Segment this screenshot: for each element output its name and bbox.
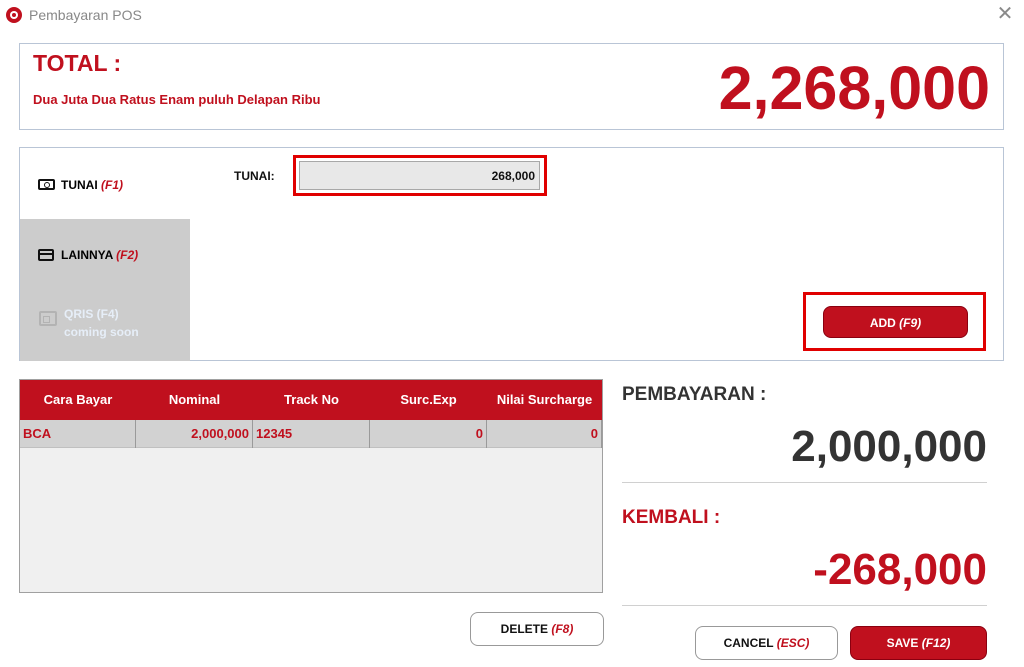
tab-lainnya[interactable]: LAINNYA (F2) bbox=[20, 219, 190, 290]
divider bbox=[622, 605, 987, 606]
window-title: Pembayaran POS bbox=[29, 7, 142, 23]
delete-button[interactable]: DELETE (F8) bbox=[470, 612, 604, 646]
column-header-nominal[interactable]: Nominal bbox=[136, 380, 253, 420]
save-button[interactable]: SAVE (F12) bbox=[850, 626, 987, 660]
total-label: TOTAL : bbox=[33, 50, 122, 76]
add-button-shortcut: (F9) bbox=[899, 316, 922, 330]
cell-nilai-surcharge: 0 bbox=[487, 420, 602, 448]
title-bar: Pembayaran POS ✕ bbox=[0, 0, 1024, 31]
add-button[interactable]: ADD (F9) bbox=[823, 306, 968, 338]
cell-nominal: 2,000,000 bbox=[136, 420, 253, 448]
column-header-nilai-surcharge[interactable]: Nilai Surcharge bbox=[487, 380, 602, 420]
tab-lainnya-label: LAINNYA (F2) bbox=[61, 248, 139, 262]
total-panel: TOTAL : Dua Juta Dua Ratus Enam puluh De… bbox=[19, 43, 1004, 130]
tab-tunai-shortcut: (F1) bbox=[101, 178, 124, 192]
table-header: Cara Bayar Nominal Track No Surc.Exp Nil… bbox=[20, 380, 602, 420]
tab-lainnya-shortcut: (F2) bbox=[116, 248, 139, 262]
tunai-amount-input[interactable] bbox=[299, 161, 540, 190]
close-icon[interactable]: ✕ bbox=[994, 3, 1016, 25]
cash-icon bbox=[38, 179, 55, 190]
app-logo-icon bbox=[6, 7, 22, 23]
total-amount: 2,268,000 bbox=[718, 54, 990, 122]
tunai-field-label: TUNAI: bbox=[234, 169, 275, 183]
tab-tunai[interactable]: TUNAI (F1) bbox=[20, 148, 190, 219]
cell-surc-exp: 0 bbox=[370, 420, 487, 448]
cancel-shortcut: (ESC) bbox=[776, 636, 810, 650]
kembali-label: KEMBALI : bbox=[622, 507, 721, 528]
tab-tunai-label: TUNAI (F1) bbox=[61, 178, 124, 192]
cell-cara-bayar: BCA bbox=[20, 420, 136, 448]
column-header-cara-bayar[interactable]: Cara Bayar bbox=[20, 380, 136, 420]
tab-qris-label: QRIS (F4) coming soon bbox=[64, 305, 139, 341]
wallet-icon bbox=[39, 311, 57, 326]
column-header-track-no[interactable]: Track No bbox=[253, 380, 370, 420]
payment-table: Cara Bayar Nominal Track No Surc.Exp Nil… bbox=[19, 379, 603, 593]
tab-qris-subtitle: coming soon bbox=[64, 325, 139, 339]
tab-qris[interactable]: QRIS (F4) coming soon bbox=[20, 290, 190, 361]
payment-method-panel: TUNAI (F1) LAINNYA (F2) QRIS (F4) coming… bbox=[19, 147, 1004, 361]
pembayaran-amount: 2,000,000 bbox=[791, 422, 987, 471]
total-in-words: Dua Juta Dua Ratus Enam puluh Delapan Ri… bbox=[33, 92, 321, 107]
cancel-button[interactable]: CANCEL (ESC) bbox=[695, 626, 838, 660]
column-header-surc-exp[interactable]: Surc.Exp bbox=[370, 380, 487, 420]
table-row[interactable]: BCA 2,000,000 12345 0 0 bbox=[20, 420, 602, 448]
tab-qris-title: QRIS (F4) bbox=[64, 307, 119, 321]
delete-shortcut: (F8) bbox=[551, 622, 574, 636]
divider bbox=[622, 482, 987, 483]
cell-track-no: 12345 bbox=[253, 420, 370, 448]
card-icon bbox=[38, 249, 54, 261]
kembali-amount: -268,000 bbox=[813, 545, 987, 594]
pembayaran-label: PEMBAYARAN : bbox=[622, 384, 767, 405]
save-shortcut: (F12) bbox=[921, 636, 951, 650]
